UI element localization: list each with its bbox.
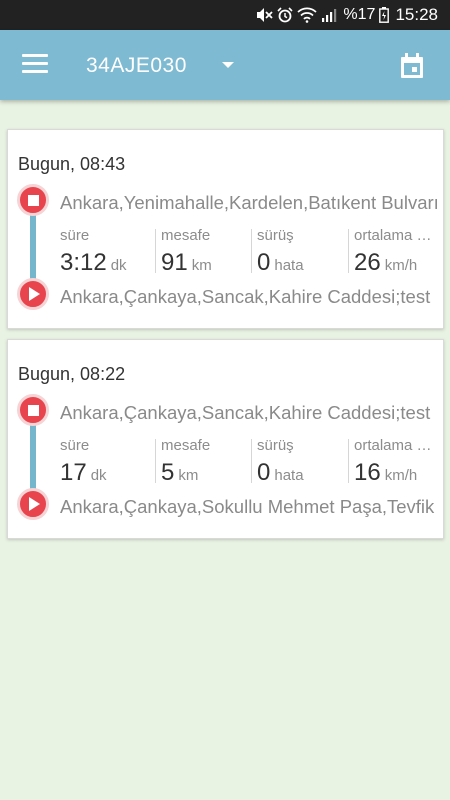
mute-icon	[257, 8, 274, 22]
stat-value: 16	[354, 459, 381, 486]
stat-distance: mesafe 5 km	[155, 437, 252, 489]
stat-value: 0	[257, 249, 271, 276]
trip-stats: süre 17 dk mesafe 5 km sürüş 0 hata ortalam…	[60, 437, 445, 489]
battery-percent: %17	[343, 6, 376, 23]
vehicle-plate: 34AJE030	[86, 54, 187, 77]
status-bar: %17 15:28	[0, 0, 450, 30]
stat-value: 26	[354, 249, 381, 276]
stat-average-speed: ortalama hız 26 km/h	[348, 227, 445, 279]
stat-driving-errors: sürüş 0 hata	[251, 437, 349, 489]
stat-label: sürüş	[257, 437, 294, 454]
trip-card[interactable]: Bugun, 08:43 Ankara,Yenimahalle,Kardelen…	[7, 129, 444, 329]
calendar-icon[interactable]	[398, 52, 426, 80]
menu-icon[interactable]	[22, 54, 48, 76]
stat-label: süre	[60, 437, 90, 454]
stat-duration: süre 17 dk	[60, 437, 156, 489]
trip-stats: süre 3:12 dk mesafe 91 km sürüş 0 hata orta…	[60, 227, 445, 279]
play-icon	[17, 488, 49, 520]
stat-unit: hata	[274, 467, 304, 484]
start-address: Ankara,Çankaya,Sokullu Mehmet Paşa,Tevfi…	[60, 496, 435, 517]
dropdown-caret-icon	[222, 62, 234, 68]
stat-value: 0	[257, 459, 271, 486]
stat-unit: dk	[110, 257, 127, 274]
stop-icon	[17, 394, 49, 426]
stat-distance: mesafe 91 km	[155, 227, 252, 279]
end-address: Ankara,Çankaya,Sancak,Kahire Caddesi;tes…	[60, 402, 431, 423]
signal-icon	[322, 9, 337, 22]
stat-value: 91	[161, 249, 188, 276]
stat-label: ortalama hız	[354, 227, 434, 244]
stat-unit: km	[191, 257, 212, 274]
trip-date: Bugun, 08:43	[18, 154, 126, 174]
stat-label: mesafe	[161, 227, 211, 244]
stat-unit: dk	[90, 467, 107, 484]
end-address: Ankara,Yenimahalle,Kardelen,Batıkent Bul…	[60, 192, 439, 213]
stat-unit: km/h	[384, 467, 418, 484]
stat-label: sürüş	[257, 227, 294, 244]
stat-value: 5	[161, 459, 175, 486]
battery-icon	[379, 7, 390, 23]
stat-unit: hata	[274, 257, 304, 274]
stat-value: 17	[60, 459, 87, 486]
stat-duration: süre 3:12 dk	[60, 227, 156, 279]
stat-value: 3:12	[60, 249, 107, 276]
start-address: Ankara,Çankaya,Sancak,Kahire Caddesi;tes…	[60, 286, 431, 307]
stat-driving-errors: sürüş 0 hata	[251, 227, 349, 279]
status-time: 15:28	[395, 5, 438, 24]
stop-icon	[17, 184, 49, 216]
app-bar: 34AJE030	[0, 30, 450, 100]
status-icons	[255, 7, 337, 23]
alarm-icon	[277, 7, 293, 23]
stat-label: mesafe	[161, 437, 211, 454]
wifi-icon	[297, 7, 318, 23]
play-icon	[17, 278, 49, 310]
stat-label: ortalama hız	[354, 437, 434, 454]
trip-date: Bugun, 08:22	[18, 364, 126, 384]
stat-average-speed: ortalama hız 16 km/h	[348, 437, 445, 489]
stat-unit: km/h	[384, 257, 418, 274]
stat-unit: km	[178, 467, 199, 484]
stat-label: süre	[60, 227, 90, 244]
trip-card[interactable]: Bugun, 08:22 Ankara,Çankaya,Sancak,Kahir…	[7, 339, 444, 539]
vehicle-selector[interactable]: 34AJE030	[86, 52, 234, 80]
